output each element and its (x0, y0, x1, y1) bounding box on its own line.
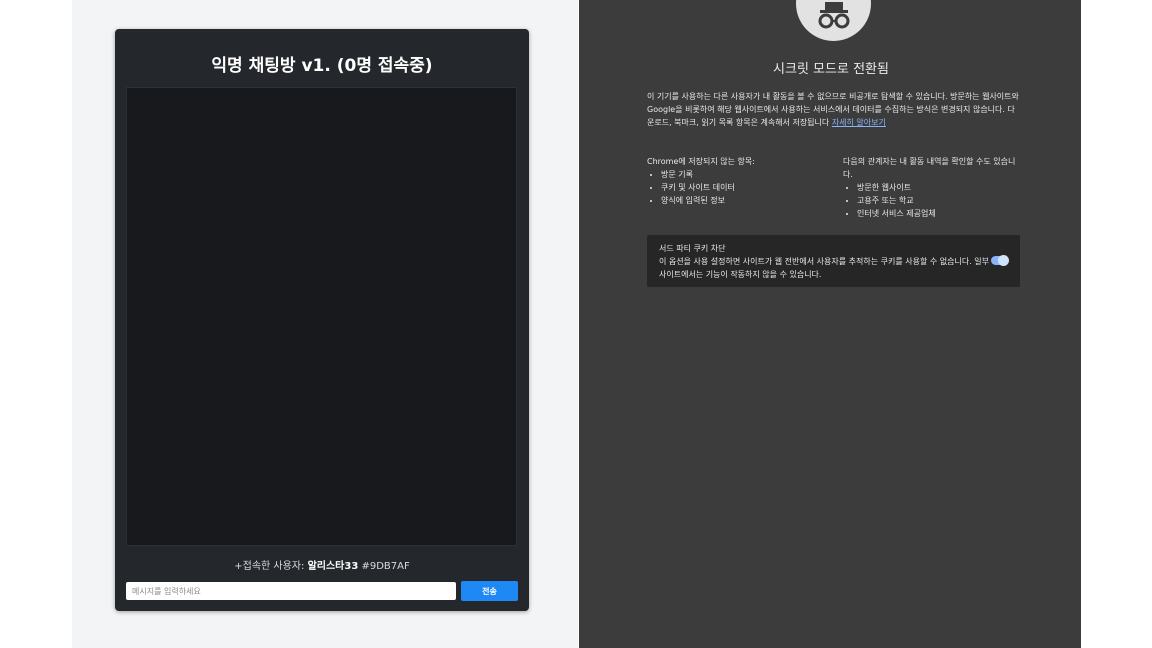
chat-panel: 익명 채팅방 v1. (0명 접속중) +접속한 사용자: 알리스타33 #9D… (115, 29, 529, 611)
incognito-icon (796, 0, 871, 41)
message-input[interactable] (126, 582, 456, 600)
message-list[interactable] (126, 87, 517, 546)
incognito-heading: 시크릿 모드로 전환됨 (773, 62, 889, 77)
list-item: 방문한 웹사이트 (857, 181, 1023, 194)
list-item: 방문 기록 (661, 168, 827, 181)
cookie-title: 서드 파티 쿠키 차단 (659, 244, 726, 253)
not-saved-list: 방문 기록 쿠키 및 사이트 데이터 양식에 입력된 정보 (647, 168, 827, 207)
chat-title: 익명 채팅방 v1. (0명 접속중) (211, 56, 433, 76)
cookie-block-toggle[interactable] (991, 255, 1009, 266)
list-item: 인터넷 서비스 제공업체 (857, 207, 1023, 220)
visible-to-list: 방문한 웹사이트 고용주 또는 학교 인터넷 서비스 제공업체 (843, 181, 1023, 220)
visible-to-title: 다음의 관계자는 내 활동 내역을 확인할 수도 있습니다. (843, 157, 1016, 179)
status-prefix: +접속한 사용자: (234, 561, 308, 572)
cookie-description: 이 옵션을 사용 설정하면 사이트가 웹 전반에서 사용자를 추적하는 쿠키를 … (659, 257, 989, 279)
learn-more-link[interactable]: 자세히 알아보기 (832, 118, 886, 127)
send-button[interactable]: 전송 (461, 581, 518, 601)
right-margin (1081, 0, 1152, 648)
toggle-knob (998, 255, 1009, 266)
user-name: 알리스타33 (307, 561, 359, 572)
list-item: 쿠키 및 사이트 데이터 (661, 181, 827, 194)
connected-user-status: +접속한 사용자: 알리스타33 #9DB7AF (115, 557, 529, 572)
user-code: #9DB7AF (361, 561, 410, 572)
third-party-cookie-box: 서드 파티 쿠키 차단 이 옵션을 사용 설정하면 사이트가 웹 전반에서 사용… (647, 235, 1020, 287)
visible-to-section: 다음의 관계자는 내 활동 내역을 확인할 수도 있습니다. 방문한 웹사이트 … (843, 155, 1023, 220)
list-item: 고용주 또는 학교 (857, 194, 1023, 207)
incognito-page: 시크릿 모드로 전환됨 이 기기를 사용하는 다른 사용자가 내 활동을 볼 수… (579, 0, 1081, 648)
list-item: 양식에 입력된 정보 (661, 194, 827, 207)
not-saved-title: Chrome에 저장되지 않는 항목: (647, 157, 755, 166)
incognito-intro: 이 기기를 사용하는 다른 사용자가 내 활동을 볼 수 없으므로 비공개로 탐… (647, 90, 1021, 129)
not-saved-section: Chrome에 저장되지 않는 항목: 방문 기록 쿠키 및 사이트 데이터 양… (647, 155, 827, 207)
